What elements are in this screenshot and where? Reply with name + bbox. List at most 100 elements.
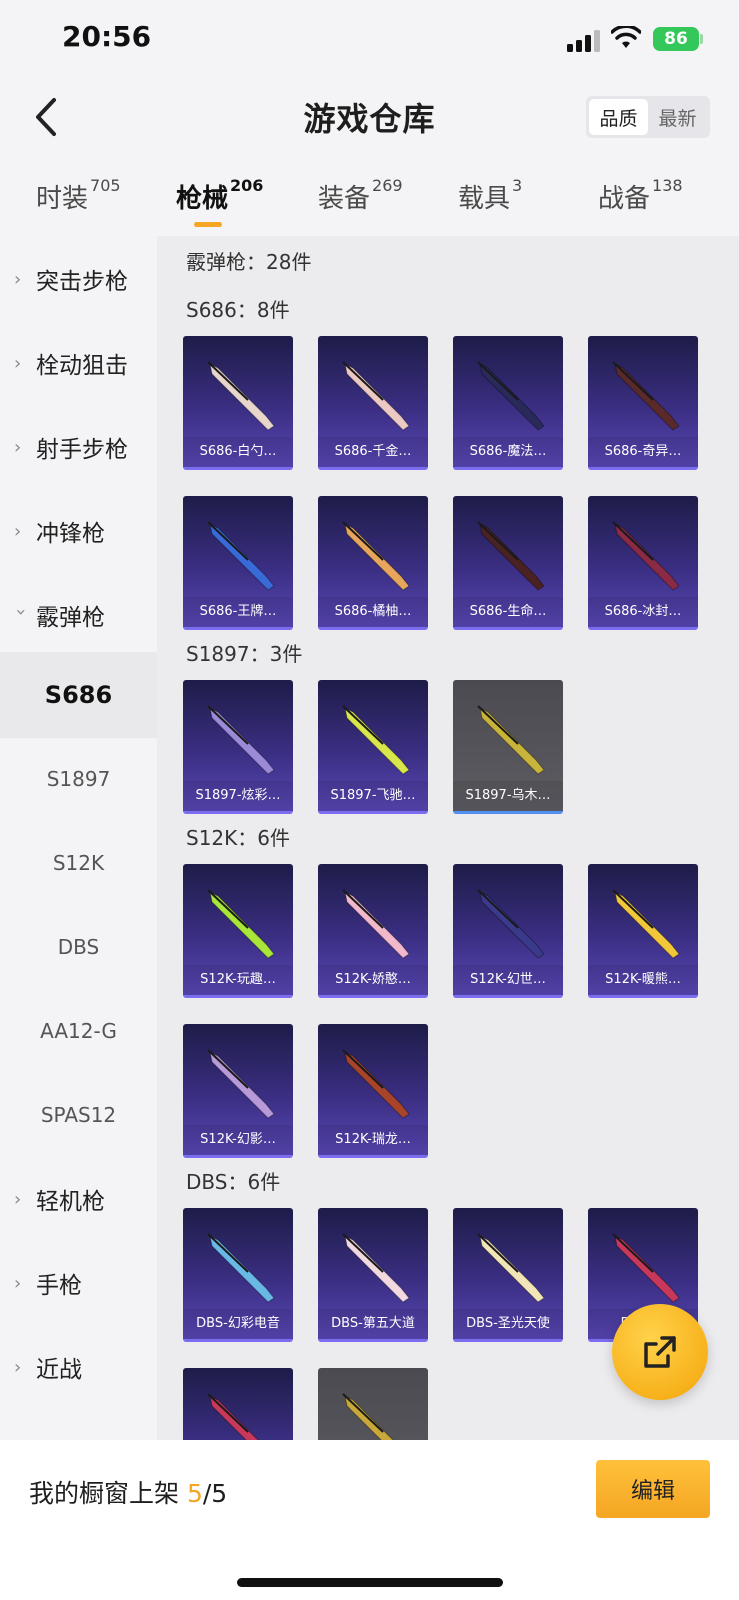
weapon-card[interactable]: S12K-幻影…	[183, 1024, 293, 1158]
weapon-card[interactable]: S686-奇异…	[588, 336, 698, 470]
weapon-name: S686-冰封…	[588, 597, 698, 627]
weapon-card[interactable]: S12K-玩趣…	[183, 864, 293, 998]
category-summary: 霰弹枪：28件	[186, 250, 312, 274]
tab-fashion[interactable]: 时装 705	[36, 176, 121, 215]
weapon-card[interactable]	[183, 1368, 293, 1440]
weapon-name: S12K-瑞龙…	[318, 1125, 428, 1155]
chevron-down-icon: ›	[10, 608, 32, 616]
weapon-card[interactable]: DBS-圣光天使	[453, 1208, 563, 1342]
weapon-name: S12K-玩趣…	[183, 965, 293, 995]
section-title: S1897：3件	[186, 642, 303, 666]
sort-toggle: 品质 最新	[586, 96, 710, 138]
weapon-card[interactable]: S686-生命…	[453, 496, 563, 630]
tab-label: 战备	[598, 184, 651, 214]
tab-count: 138	[652, 176, 683, 195]
weapon-card[interactable]: S686-千金…	[318, 336, 428, 470]
weapon-name: S686-魔法…	[453, 437, 563, 467]
sidebar-item-marksman-rifle[interactable]: › 射手步枪	[0, 404, 157, 490]
weapon-card[interactable]: S686-魔法…	[453, 336, 563, 470]
weapon-name: DBS-幻彩电音	[183, 1309, 293, 1339]
weapon-name: S12K-幻影…	[183, 1125, 293, 1155]
sidebar-sub-dbs[interactable]: DBS	[0, 904, 157, 990]
active-tab-indicator	[194, 222, 222, 227]
weapon-card[interactable]: S686-橘柚…	[318, 496, 428, 630]
chevron-right-icon: ›	[14, 436, 22, 458]
sidebar-item-shotgun[interactable]: › 霰弹枪	[0, 572, 157, 658]
weapon-card[interactable]	[318, 1368, 428, 1440]
sidebar-sub-s12k[interactable]: S12K	[0, 820, 157, 906]
weapon-image-icon	[342, 1049, 410, 1119]
weapon-image-icon	[207, 705, 275, 775]
section-title: S686：8件	[186, 298, 290, 322]
weapon-card[interactable]: S12K-娇憨…	[318, 864, 428, 998]
weapon-card[interactable]: S1897-乌木…	[453, 680, 563, 814]
weapon-name: S686-橘柚…	[318, 597, 428, 627]
weapon-image-icon	[612, 521, 680, 591]
tab-firearms[interactable]: 枪械 206	[176, 176, 263, 215]
bottom-bar: 我的橱窗上架 5/5 编辑	[0, 1440, 739, 1600]
tab-equipment[interactable]: 装备 269	[318, 176, 403, 215]
weapon-card[interactable]: S686-王牌…	[183, 496, 293, 630]
sidebar-item-assault-rifle[interactable]: › 突击步枪	[0, 236, 157, 322]
sidebar-item-label: 突击步枪	[36, 269, 128, 295]
weapon-card[interactable]: S12K-幻世…	[453, 864, 563, 998]
tab-supplies[interactable]: 战备 138	[598, 176, 683, 215]
sidebar-item-lmg[interactable]: › 轻机枪	[0, 1156, 157, 1242]
weapon-image-icon	[477, 521, 545, 591]
header: 游戏仓库 品质 最新	[0, 80, 739, 160]
sidebar-item-pistol[interactable]: › 手枪	[0, 1240, 157, 1326]
weapon-card[interactable]: S12K-瑞龙…	[318, 1024, 428, 1158]
sidebar-sub-spas12[interactable]: SPAS12	[0, 1072, 157, 1158]
shelf-status: 我的橱窗上架 5/5	[29, 1474, 227, 1510]
weapon-image-icon	[342, 361, 410, 431]
weapon-name: S686-生命…	[453, 597, 563, 627]
chevron-right-icon: ›	[14, 520, 22, 542]
tab-label: 时装	[36, 184, 89, 214]
weapon-name: S686-白勺…	[183, 437, 293, 467]
weapon-card[interactable]: S1897-飞驰…	[318, 680, 428, 814]
sidebar-item-melee[interactable]: › 近战	[0, 1324, 157, 1410]
sidebar-item-label: 冲锋枪	[36, 521, 105, 547]
edit-button[interactable]: 编辑	[596, 1460, 710, 1518]
weapon-image-icon	[612, 1233, 680, 1303]
shelf-label: 我的橱窗上架	[29, 1479, 180, 1508]
tab-count: 705	[90, 176, 121, 195]
weapon-image-icon	[612, 889, 680, 959]
sidebar-sub-aa12g[interactable]: AA12-G	[0, 988, 157, 1074]
weapon-card[interactable]: DBS-第五大道	[318, 1208, 428, 1342]
weapon-name: S12K-娇憨…	[318, 965, 428, 995]
sidebar-item-label: 射手步枪	[36, 437, 128, 463]
weapon-name: DBS-第五大道	[318, 1309, 428, 1339]
tab-count: 269	[372, 176, 403, 195]
weapon-image-icon	[477, 1233, 545, 1303]
weapon-card[interactable]: S686-白勺…	[183, 336, 293, 470]
sidebar-item-bolt-sniper[interactable]: › 栓动狙击	[0, 320, 157, 406]
sidebar-sub-s686[interactable]: S686	[0, 652, 157, 738]
weapon-image-icon	[207, 1049, 275, 1119]
weapon-name: S12K-暖熊…	[588, 965, 698, 995]
weapon-image-icon	[342, 1233, 410, 1303]
chevron-right-icon: ›	[14, 1188, 22, 1210]
share-button[interactable]	[612, 1304, 708, 1400]
tab-vehicles[interactable]: 载具 3	[458, 176, 522, 215]
weapon-image-icon	[207, 361, 275, 431]
weapon-card[interactable]: S12K-暖熊…	[588, 864, 698, 998]
status-time: 20:56	[62, 20, 152, 53]
weapon-card[interactable]: DBS-幻彩电音	[183, 1208, 293, 1342]
weapon-image-icon	[477, 705, 545, 775]
sort-by-quality-button[interactable]: 品质	[589, 99, 648, 135]
chevron-right-icon: ›	[14, 268, 22, 290]
category-tabs: 时装 705 枪械 206 装备 269 载具 3 战备 138	[0, 170, 739, 236]
sidebar-item-label: 近战	[36, 1357, 82, 1383]
wifi-icon	[611, 26, 641, 48]
home-indicator	[237, 1578, 503, 1587]
sort-by-newest-button[interactable]: 最新	[648, 99, 707, 135]
signal-icon	[567, 30, 600, 52]
weapon-image-icon	[477, 889, 545, 959]
sidebar-item-smg[interactable]: › 冲锋枪	[0, 488, 157, 574]
weapon-card[interactable]: S1897-炫彩…	[183, 680, 293, 814]
sidebar-sub-s1897[interactable]: S1897	[0, 736, 157, 822]
weapon-list[interactable]: 霰弹枪：28件 S686：8件 S686-白勺… S686-千金… S686-魔法… S…	[157, 236, 739, 1440]
section-title: DBS：6件	[186, 1170, 281, 1194]
weapon-card[interactable]: S686-冰封…	[588, 496, 698, 630]
